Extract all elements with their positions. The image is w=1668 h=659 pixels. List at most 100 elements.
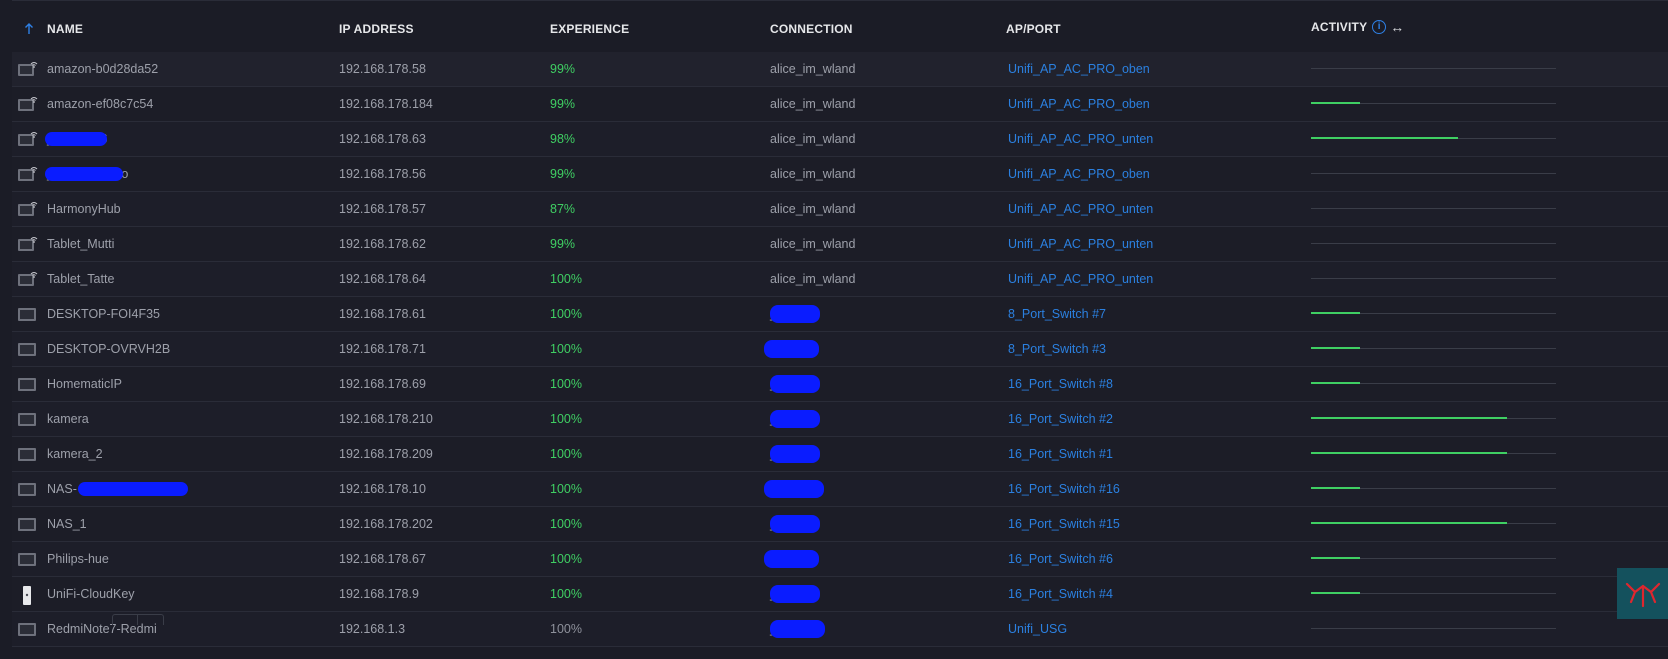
- activity-track: [1311, 557, 1556, 559]
- table-row[interactable]: NAS-192.168.178.10100%_LAN16_Port_Switch…: [12, 472, 1668, 507]
- redaction-mark: [770, 375, 820, 393]
- table-row[interactable]: Tablet_Mutti 192.168.178.62 99% alice_im_wl…: [12, 227, 1668, 262]
- wired-device-icon: [17, 515, 39, 533]
- activity-bar: [1311, 557, 1360, 559]
- activity-bar: [1311, 347, 1360, 349]
- client-name[interactable]: HarmonyHub: [47, 192, 121, 226]
- table-row[interactable]: RedmiNote7-Redmi192.168.1.3100%_GASTUnif…: [12, 612, 1668, 647]
- client-name[interactable]: NAS_1: [47, 507, 87, 541]
- client-ip: 192.168.178.71: [339, 342, 426, 356]
- expand-column-icon[interactable]: ↔: [1390, 0, 1404, 55]
- table-row[interactable]: _OnePlus7Pro192.168.178.5699%alice_im_wl…: [12, 157, 1668, 192]
- client-ap-port-link[interactable]: 16_Port_Switch #8: [1008, 367, 1113, 401]
- client-experience: 100%: [550, 622, 582, 636]
- activity-track: [1311, 68, 1556, 69]
- info-icon[interactable]: i: [1372, 20, 1387, 34]
- activity-bar: [1311, 417, 1507, 419]
- client-ap-port-link[interactable]: 16_Port_Switch #4: [1008, 577, 1113, 611]
- column-header-experience[interactable]: EXPERIENCE: [550, 1, 629, 53]
- client-ip: 192.168.1.3: [339, 622, 406, 636]
- redaction-mark: [770, 585, 820, 603]
- client-name[interactable]: kamera: [47, 402, 89, 436]
- client-name[interactable]: kamera_2: [47, 437, 103, 471]
- redaction-mark: [770, 305, 820, 323]
- client-ap-port-link[interactable]: Unifi_AP_AC_PRO_unten: [1008, 227, 1153, 261]
- pagination-control[interactable]: [112, 614, 164, 625]
- table-header: NAME IP ADDRESS EXPERIENCE CONNECTION AP…: [12, 0, 1668, 54]
- activity-track: [1311, 382, 1556, 384]
- wifi-device-icon: [17, 130, 39, 148]
- table-row[interactable]: NAS_1192.168.178.202100%_LAN16_Port_Swit…: [12, 507, 1668, 542]
- client-name[interactable]: UniFi-CloudKey: [47, 577, 135, 611]
- client-connection: alice_im_wland: [770, 62, 856, 76]
- client-ip: 192.168.178.10: [339, 482, 426, 496]
- column-header-ip[interactable]: IP ADDRESS: [339, 1, 414, 53]
- wired-device-icon: [17, 620, 39, 638]
- redaction-mark: [770, 620, 825, 638]
- wifi-device-icon: [17, 95, 39, 113]
- client-experience: 100%: [550, 272, 582, 286]
- client-name[interactable]: DESKTOP-OVRVH2B: [47, 332, 170, 366]
- client-name[interactable]: DESKTOP-FOI4F35: [47, 297, 160, 331]
- client-connection: alice_im_wland: [770, 97, 856, 111]
- client-ip: 192.168.178.56: [339, 167, 426, 181]
- client-ap-port-link[interactable]: Unifi_AP_AC_PRO_unten: [1008, 192, 1153, 226]
- table-row[interactable]: amazon-ef08c7c54 192.168.178.184 99% alice_…: [12, 87, 1668, 122]
- client-ap-port-link[interactable]: Unifi_AP_AC_PRO_oben: [1008, 157, 1150, 191]
- table-row[interactable]: _Oneplus6192.168.178.6398%alice_im_wland…: [12, 122, 1668, 157]
- table-row[interactable]: Philips-hue192.168.178.67100%_LAN16_Port…: [12, 542, 1668, 577]
- table-row[interactable]: DESKTOP-OVRVH2B192.168.178.71100%_LAN8_P…: [12, 332, 1668, 367]
- table-row[interactable]: kamera_2192.168.178.209100%_LAN16_Port_S…: [12, 437, 1668, 472]
- client-name[interactable]: NAS-: [47, 472, 77, 506]
- table-row[interactable]: HomematicIP192.168.178.69100%_LAN16_Port…: [12, 367, 1668, 402]
- client-ap-port-link[interactable]: 16_Port_Switch #6: [1008, 542, 1113, 576]
- table-row[interactable]: Tablet_Tatte 192.168.178.64 100% alice_im_w…: [12, 262, 1668, 297]
- wired-device-icon: [17, 340, 39, 358]
- activity-track: [1311, 102, 1556, 104]
- client-ap-port-link[interactable]: Unifi_AP_AC_PRO_unten: [1008, 262, 1153, 296]
- client-ap-port-link[interactable]: 16_Port_Switch #16: [1008, 472, 1120, 506]
- redaction-mark: [78, 482, 188, 496]
- client-name[interactable]: amazon-b0d28da52: [47, 52, 158, 86]
- redaction-mark: [770, 515, 820, 533]
- activity-track: [1311, 208, 1556, 209]
- client-ap-port-link[interactable]: 8_Port_Switch #3: [1008, 332, 1106, 366]
- client-ap-port-link[interactable]: Unifi_AP_AC_PRO_oben: [1008, 52, 1150, 86]
- activity-track: [1311, 452, 1556, 454]
- client-name[interactable]: Tablet_Mutti: [47, 227, 114, 261]
- activity-bar: [1311, 382, 1360, 384]
- client-name[interactable]: Philips-hue: [47, 542, 109, 576]
- client-ip: 192.168.178.202: [339, 517, 433, 531]
- client-experience: 100%: [550, 482, 582, 496]
- client-experience: 99%: [550, 62, 576, 76]
- table-row[interactable]: amazon-b0d28da52 192.168.178.58 99% alice_i…: [12, 52, 1668, 87]
- activity-bar: [1311, 102, 1360, 104]
- table-row[interactable]: HarmonyHub 192.168.178.57 87% alice_im_wlan…: [12, 192, 1668, 227]
- client-ap-port-link[interactable]: Unifi_AP_AC_PRO_unten: [1008, 122, 1153, 156]
- client-experience: 99%: [550, 167, 576, 181]
- wired-device-icon: [17, 375, 39, 393]
- activity-track: [1311, 243, 1556, 244]
- client-ap-port-link[interactable]: 8_Port_Switch #7: [1008, 297, 1106, 331]
- client-ap-port-link[interactable]: 16_Port_Switch #2: [1008, 402, 1113, 436]
- table-row[interactable]: DESKTOP-FOI4F35192.168.178.61100%_LAN8_P…: [12, 297, 1668, 332]
- client-ip: 192.168.178.63: [339, 132, 426, 146]
- column-header-activity[interactable]: ACTIVITY i ↔: [1311, 1, 1404, 53]
- client-ap-port-link[interactable]: Unifi_USG: [1008, 612, 1067, 646]
- client-name[interactable]: amazon-ef08c7c54: [47, 87, 153, 121]
- client-ap-port-link[interactable]: 16_Port_Switch #15: [1008, 507, 1120, 541]
- client-connection: alice_im_wland: [770, 167, 856, 181]
- client-name[interactable]: Tablet_Tatte: [47, 262, 114, 296]
- client-ap-port-link[interactable]: Unifi_AP_AC_PRO_oben: [1008, 87, 1150, 121]
- brand-logo-icon: [1625, 582, 1661, 608]
- client-ip: 192.168.178.9: [339, 587, 419, 601]
- client-ap-port-link[interactable]: 16_Port_Switch #1: [1008, 437, 1113, 471]
- column-header-name[interactable]: NAME: [47, 1, 83, 53]
- table-row[interactable]: kamera192.168.178.210100%_LAN16_Port_Swi…: [12, 402, 1668, 437]
- column-header-ap-port[interactable]: AP/PORT: [1006, 1, 1061, 53]
- client-name[interactable]: HomematicIP: [47, 367, 122, 401]
- table-row[interactable]: UniFi-CloudKey192.168.178.9100%_LAN16_Po…: [12, 577, 1668, 612]
- sort-ascending-icon[interactable]: [22, 22, 36, 36]
- column-header-connection[interactable]: CONNECTION: [770, 1, 853, 53]
- wired-device-icon: [17, 480, 39, 498]
